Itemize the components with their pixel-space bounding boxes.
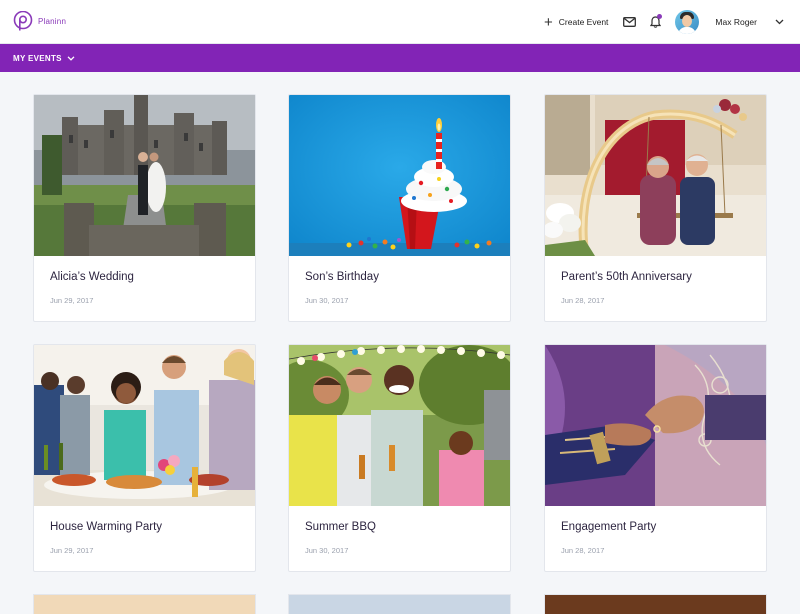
event-title: Parent’s 50th Anniversary [561,271,692,283]
events-subnav: MY EVENTS [0,44,800,72]
event-image [34,95,255,256]
event-card[interactable] [288,594,511,614]
event-card[interactable] [544,594,767,614]
notification-dot [657,14,663,19]
event-image [289,95,510,256]
event-image [289,345,510,506]
event-date: Jun 29, 2017 [50,546,94,555]
planinn-logo-icon [13,11,33,31]
event-date: Jun 29, 2017 [50,296,94,305]
event-title: Summer BBQ [305,521,376,533]
event-title: Engagement Party [561,521,657,533]
event-card[interactable]: Son’s Birthday Jun 30, 2017 [288,94,511,322]
event-date: Jun 28, 2017 [561,546,605,555]
my-events-label: MY EVENTS [13,53,62,63]
my-events-dropdown[interactable]: MY EVENTS [13,54,75,63]
avatar[interactable] [675,10,700,34]
event-card[interactable] [33,594,256,614]
event-image [34,345,255,506]
event-card[interactable]: Parent’s 50th Anniversary Jun 28, 2017 [544,94,767,322]
top-navbar: Planinn + Create Event Max Roger [0,0,800,44]
event-date: Jun 30, 2017 [305,546,349,555]
event-card[interactable]: Alicia’s Wedding Jun 29, 2017 [33,94,256,322]
event-title: House Warming Party [50,521,163,533]
logo[interactable]: Planinn [13,11,66,31]
chevron-down-icon [67,55,75,61]
create-event-button[interactable]: + Create Event [544,15,608,30]
event-card[interactable]: Engagement Party Jun 28, 2017 [544,344,767,572]
header-actions: + Create Event Max Roger [544,0,800,44]
event-date: Jun 28, 2017 [561,296,605,305]
event-image [545,95,766,256]
plus-icon: + [544,13,553,31]
event-image [545,345,766,506]
chevron-down-icon[interactable] [775,19,784,25]
user-name[interactable]: Max Roger [715,17,757,27]
create-event-label: Create Event [558,17,609,27]
event-title: Son’s Birthday [305,271,379,283]
event-card[interactable]: Summer BBQ Jun 30, 2017 [288,344,511,572]
events-grid: Alicia’s Wedding Jun 29, 2017 Son’s Birt… [0,72,800,614]
brand-name: Planinn [38,16,67,26]
event-card[interactable]: House Warming Party Jun 29, 2017 [33,344,256,572]
event-title: Alicia’s Wedding [50,271,134,283]
mail-icon[interactable] [623,17,637,27]
bell-icon[interactable] [650,14,663,28]
event-date: Jun 30, 2017 [305,296,349,305]
